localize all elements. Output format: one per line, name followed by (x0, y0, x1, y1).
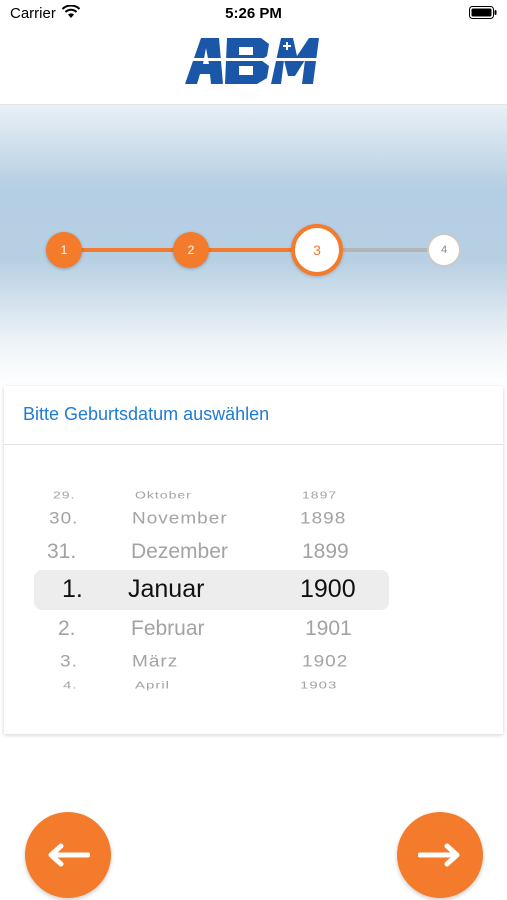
day-cell-selected[interactable]: 1. (62, 575, 83, 604)
app-header (0, 28, 507, 105)
next-button[interactable] (397, 812, 483, 898)
year-cell[interactable]: 1903 (300, 680, 337, 692)
clock: 5:26 PM (225, 5, 282, 22)
year-cell[interactable]: 1899 (302, 540, 349, 564)
year-cell[interactable]: 1898 (300, 509, 346, 528)
back-button[interactable] (25, 812, 111, 898)
day-cell[interactable]: 31. (47, 540, 76, 564)
card-divider (4, 444, 503, 445)
day-cell[interactable]: 30. (49, 509, 78, 528)
arrow-left-icon (48, 843, 90, 867)
step-3-current: 3 (291, 224, 343, 276)
status-bar: Carrier 5:26 PM (0, 0, 507, 28)
battery-icon (469, 6, 497, 19)
year-cell[interactable]: 1897 (302, 489, 337, 500)
month-cell[interactable]: Februar (131, 617, 205, 641)
step-4: 4 (427, 233, 461, 267)
month-cell[interactable]: Dezember (131, 540, 228, 564)
day-cell[interactable]: 3. (60, 652, 78, 671)
step-2: 2 (173, 232, 209, 268)
birthdate-card: Bitte Geburtsdatum auswählen (4, 386, 503, 734)
arrow-right-icon (418, 843, 460, 867)
year-cell-selected[interactable]: 1900 (300, 575, 356, 604)
abm-logo (185, 38, 319, 84)
month-cell-selected[interactable]: Januar (128, 575, 204, 604)
day-cell[interactable]: 4. (63, 680, 78, 692)
step-1: 1 (46, 232, 82, 268)
card-title: Bitte Geburtsdatum auswählen (23, 404, 270, 424)
month-cell[interactable]: April (135, 680, 170, 692)
month-cell[interactable]: Oktober (135, 489, 192, 500)
day-cell[interactable]: 29. (53, 489, 75, 500)
day-cell[interactable]: 2. (58, 617, 76, 641)
year-cell[interactable]: 1901 (305, 617, 352, 641)
month-cell[interactable]: November (132, 509, 228, 528)
year-cell[interactable]: 1902 (302, 652, 348, 671)
month-cell[interactable]: März (132, 652, 178, 671)
